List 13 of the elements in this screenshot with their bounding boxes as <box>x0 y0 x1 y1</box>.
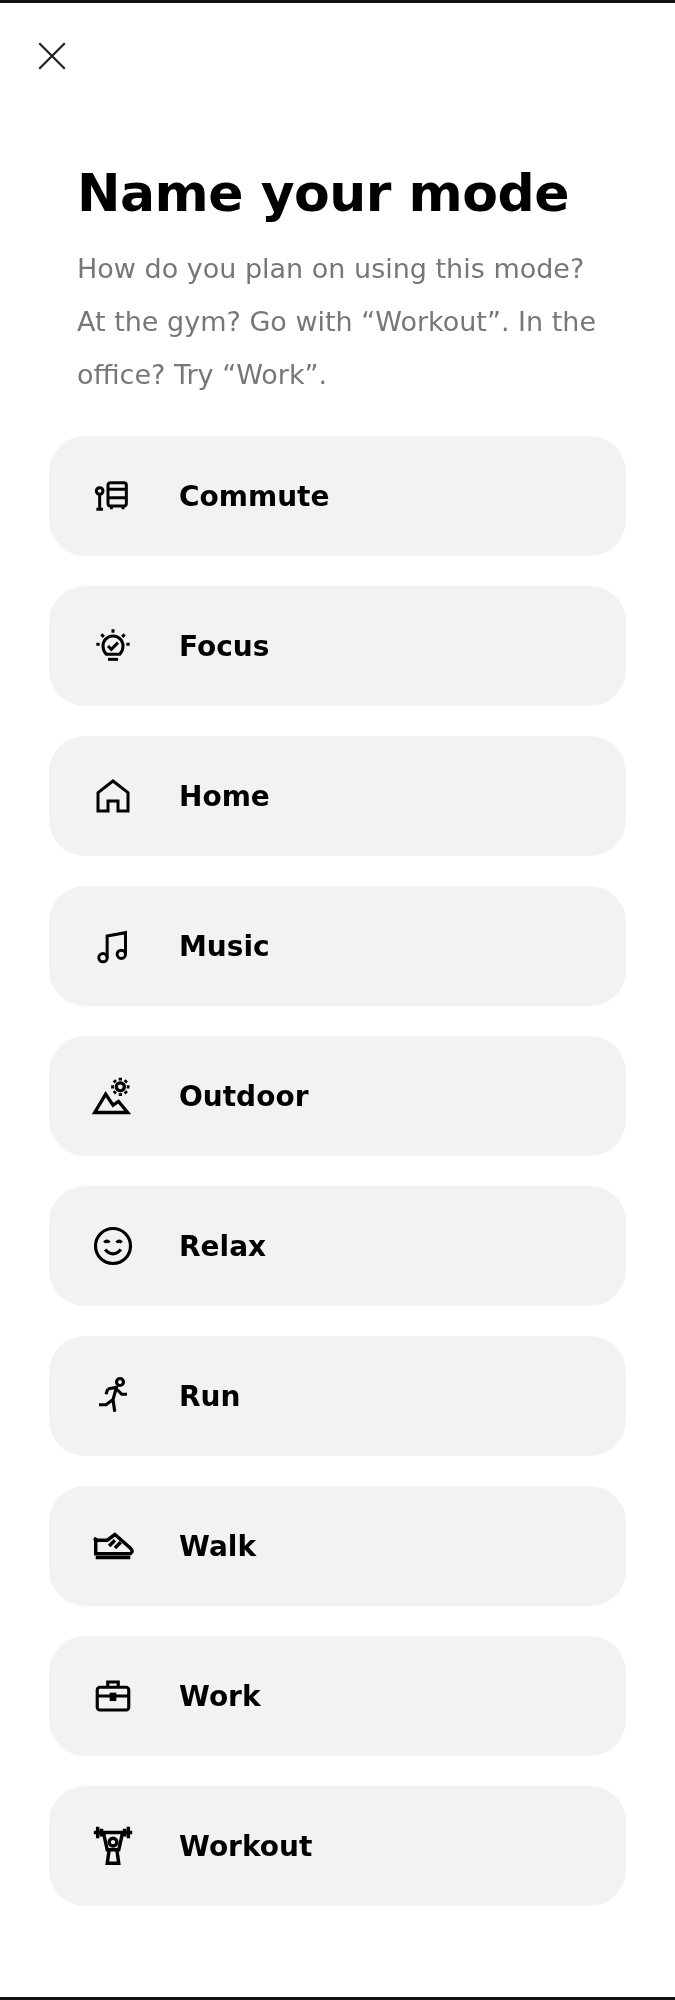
smiley-icon <box>92 1225 134 1268</box>
mode-option[interactable]: Run <box>49 1336 626 1457</box>
mode-option[interactable]: Focus <box>49 586 626 707</box>
mode-option[interactable]: Walk <box>49 1486 626 1607</box>
mode-option[interactable]: Workout <box>49 1786 626 1907</box>
description-text: How do you plan on using this mode? At the gym? Go with “Workout”. In the office? Try “Work”. <box>77 252 597 393</box>
mode-option[interactable]: Relax <box>49 1186 626 1307</box>
page-title: Name your mode <box>77 165 570 223</box>
mode-option[interactable]: Outdoor <box>49 1036 626 1157</box>
mode-option[interactable]: Home <box>49 736 626 857</box>
mode-option[interactable]: Music <box>49 886 626 1007</box>
mode-option[interactable]: Commute <box>49 436 626 557</box>
mode-option[interactable]: Work <box>49 1636 626 1757</box>
